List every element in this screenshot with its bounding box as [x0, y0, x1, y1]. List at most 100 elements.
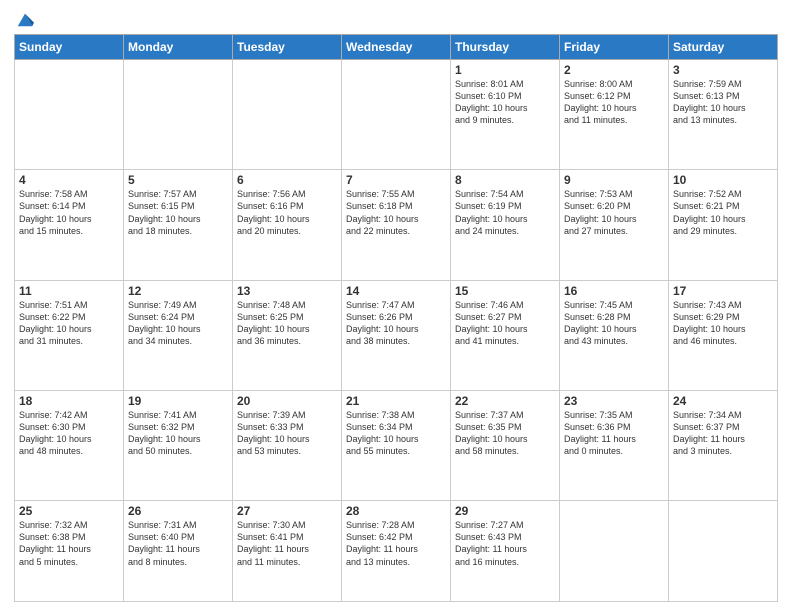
calendar-day-cell: 1Sunrise: 8:01 AM Sunset: 6:10 PM Daylig…	[451, 60, 560, 170]
day-number: 8	[455, 173, 555, 187]
header	[14, 10, 778, 28]
day-number: 7	[346, 173, 446, 187]
day-number: 22	[455, 394, 555, 408]
calendar-day-cell: 17Sunrise: 7:43 AM Sunset: 6:29 PM Dayli…	[669, 280, 778, 390]
day-info: Sunrise: 7:46 AM Sunset: 6:27 PM Dayligh…	[455, 299, 555, 348]
calendar-day-cell: 11Sunrise: 7:51 AM Sunset: 6:22 PM Dayli…	[15, 280, 124, 390]
day-info: Sunrise: 7:32 AM Sunset: 6:38 PM Dayligh…	[19, 519, 119, 568]
logo	[14, 10, 34, 28]
day-info: Sunrise: 7:49 AM Sunset: 6:24 PM Dayligh…	[128, 299, 228, 348]
calendar-day-cell	[560, 501, 669, 602]
calendar-day-cell: 27Sunrise: 7:30 AM Sunset: 6:41 PM Dayli…	[233, 501, 342, 602]
calendar-day-cell: 15Sunrise: 7:46 AM Sunset: 6:27 PM Dayli…	[451, 280, 560, 390]
calendar-week-row: 11Sunrise: 7:51 AM Sunset: 6:22 PM Dayli…	[15, 280, 778, 390]
day-number: 9	[564, 173, 664, 187]
day-info: Sunrise: 7:59 AM Sunset: 6:13 PM Dayligh…	[673, 78, 773, 127]
day-info: Sunrise: 8:00 AM Sunset: 6:12 PM Dayligh…	[564, 78, 664, 127]
calendar-day-cell: 18Sunrise: 7:42 AM Sunset: 6:30 PM Dayli…	[15, 390, 124, 500]
day-number: 23	[564, 394, 664, 408]
calendar-day-cell: 24Sunrise: 7:34 AM Sunset: 6:37 PM Dayli…	[669, 390, 778, 500]
calendar-day-cell	[15, 60, 124, 170]
calendar-day-cell: 16Sunrise: 7:45 AM Sunset: 6:28 PM Dayli…	[560, 280, 669, 390]
day-number: 3	[673, 63, 773, 77]
calendar-week-row: 4Sunrise: 7:58 AM Sunset: 6:14 PM Daylig…	[15, 170, 778, 280]
day-info: Sunrise: 7:53 AM Sunset: 6:20 PM Dayligh…	[564, 188, 664, 237]
calendar-day-header: Saturday	[669, 35, 778, 60]
day-info: Sunrise: 7:48 AM Sunset: 6:25 PM Dayligh…	[237, 299, 337, 348]
day-info: Sunrise: 7:39 AM Sunset: 6:33 PM Dayligh…	[237, 409, 337, 458]
calendar-day-header: Monday	[124, 35, 233, 60]
day-info: Sunrise: 7:28 AM Sunset: 6:42 PM Dayligh…	[346, 519, 446, 568]
day-info: Sunrise: 7:52 AM Sunset: 6:21 PM Dayligh…	[673, 188, 773, 237]
calendar-day-cell	[669, 501, 778, 602]
page: SundayMondayTuesdayWednesdayThursdayFrid…	[0, 0, 792, 612]
day-number: 13	[237, 284, 337, 298]
day-number: 4	[19, 173, 119, 187]
day-number: 1	[455, 63, 555, 77]
day-info: Sunrise: 7:35 AM Sunset: 6:36 PM Dayligh…	[564, 409, 664, 458]
day-info: Sunrise: 7:31 AM Sunset: 6:40 PM Dayligh…	[128, 519, 228, 568]
day-info: Sunrise: 7:54 AM Sunset: 6:19 PM Dayligh…	[455, 188, 555, 237]
logo-icon	[16, 10, 34, 28]
calendar-day-cell: 9Sunrise: 7:53 AM Sunset: 6:20 PM Daylig…	[560, 170, 669, 280]
calendar-day-cell: 3Sunrise: 7:59 AM Sunset: 6:13 PM Daylig…	[669, 60, 778, 170]
day-number: 11	[19, 284, 119, 298]
day-number: 12	[128, 284, 228, 298]
calendar-day-cell	[124, 60, 233, 170]
calendar-day-cell: 2Sunrise: 8:00 AM Sunset: 6:12 PM Daylig…	[560, 60, 669, 170]
day-number: 10	[673, 173, 773, 187]
calendar-day-cell: 23Sunrise: 7:35 AM Sunset: 6:36 PM Dayli…	[560, 390, 669, 500]
day-info: Sunrise: 7:27 AM Sunset: 6:43 PM Dayligh…	[455, 519, 555, 568]
calendar-day-cell: 8Sunrise: 7:54 AM Sunset: 6:19 PM Daylig…	[451, 170, 560, 280]
day-info: Sunrise: 7:47 AM Sunset: 6:26 PM Dayligh…	[346, 299, 446, 348]
day-info: Sunrise: 7:51 AM Sunset: 6:22 PM Dayligh…	[19, 299, 119, 348]
calendar-day-header: Friday	[560, 35, 669, 60]
day-number: 21	[346, 394, 446, 408]
day-number: 28	[346, 504, 446, 518]
day-info: Sunrise: 7:43 AM Sunset: 6:29 PM Dayligh…	[673, 299, 773, 348]
calendar-week-row: 18Sunrise: 7:42 AM Sunset: 6:30 PM Dayli…	[15, 390, 778, 500]
calendar-day-cell: 19Sunrise: 7:41 AM Sunset: 6:32 PM Dayli…	[124, 390, 233, 500]
calendar-day-cell: 4Sunrise: 7:58 AM Sunset: 6:14 PM Daylig…	[15, 170, 124, 280]
day-info: Sunrise: 7:38 AM Sunset: 6:34 PM Dayligh…	[346, 409, 446, 458]
calendar-day-header: Wednesday	[342, 35, 451, 60]
day-number: 20	[237, 394, 337, 408]
calendar-day-cell	[233, 60, 342, 170]
calendar-day-cell: 7Sunrise: 7:55 AM Sunset: 6:18 PM Daylig…	[342, 170, 451, 280]
day-number: 27	[237, 504, 337, 518]
calendar-header-row: SundayMondayTuesdayWednesdayThursdayFrid…	[15, 35, 778, 60]
calendar-day-cell: 25Sunrise: 7:32 AM Sunset: 6:38 PM Dayli…	[15, 501, 124, 602]
calendar-day-cell: 14Sunrise: 7:47 AM Sunset: 6:26 PM Dayli…	[342, 280, 451, 390]
day-info: Sunrise: 7:30 AM Sunset: 6:41 PM Dayligh…	[237, 519, 337, 568]
calendar-day-cell: 26Sunrise: 7:31 AM Sunset: 6:40 PM Dayli…	[124, 501, 233, 602]
calendar-day-cell: 13Sunrise: 7:48 AM Sunset: 6:25 PM Dayli…	[233, 280, 342, 390]
day-number: 6	[237, 173, 337, 187]
day-info: Sunrise: 7:55 AM Sunset: 6:18 PM Dayligh…	[346, 188, 446, 237]
calendar-day-cell	[342, 60, 451, 170]
day-info: Sunrise: 7:41 AM Sunset: 6:32 PM Dayligh…	[128, 409, 228, 458]
day-number: 18	[19, 394, 119, 408]
calendar-day-cell: 22Sunrise: 7:37 AM Sunset: 6:35 PM Dayli…	[451, 390, 560, 500]
day-info: Sunrise: 7:57 AM Sunset: 6:15 PM Dayligh…	[128, 188, 228, 237]
day-number: 2	[564, 63, 664, 77]
day-info: Sunrise: 7:45 AM Sunset: 6:28 PM Dayligh…	[564, 299, 664, 348]
day-number: 25	[19, 504, 119, 518]
day-info: Sunrise: 7:34 AM Sunset: 6:37 PM Dayligh…	[673, 409, 773, 458]
calendar-day-cell: 28Sunrise: 7:28 AM Sunset: 6:42 PM Dayli…	[342, 501, 451, 602]
calendar-day-header: Tuesday	[233, 35, 342, 60]
calendar-day-cell: 29Sunrise: 7:27 AM Sunset: 6:43 PM Dayli…	[451, 501, 560, 602]
day-number: 24	[673, 394, 773, 408]
calendar-day-cell: 10Sunrise: 7:52 AM Sunset: 6:21 PM Dayli…	[669, 170, 778, 280]
calendar-day-header: Thursday	[451, 35, 560, 60]
calendar-day-cell: 21Sunrise: 7:38 AM Sunset: 6:34 PM Dayli…	[342, 390, 451, 500]
day-number: 5	[128, 173, 228, 187]
day-info: Sunrise: 7:56 AM Sunset: 6:16 PM Dayligh…	[237, 188, 337, 237]
day-number: 15	[455, 284, 555, 298]
day-number: 17	[673, 284, 773, 298]
calendar-day-cell: 6Sunrise: 7:56 AM Sunset: 6:16 PM Daylig…	[233, 170, 342, 280]
day-number: 26	[128, 504, 228, 518]
calendar-day-cell: 5Sunrise: 7:57 AM Sunset: 6:15 PM Daylig…	[124, 170, 233, 280]
day-number: 14	[346, 284, 446, 298]
day-info: Sunrise: 7:58 AM Sunset: 6:14 PM Dayligh…	[19, 188, 119, 237]
day-info: Sunrise: 8:01 AM Sunset: 6:10 PM Dayligh…	[455, 78, 555, 127]
